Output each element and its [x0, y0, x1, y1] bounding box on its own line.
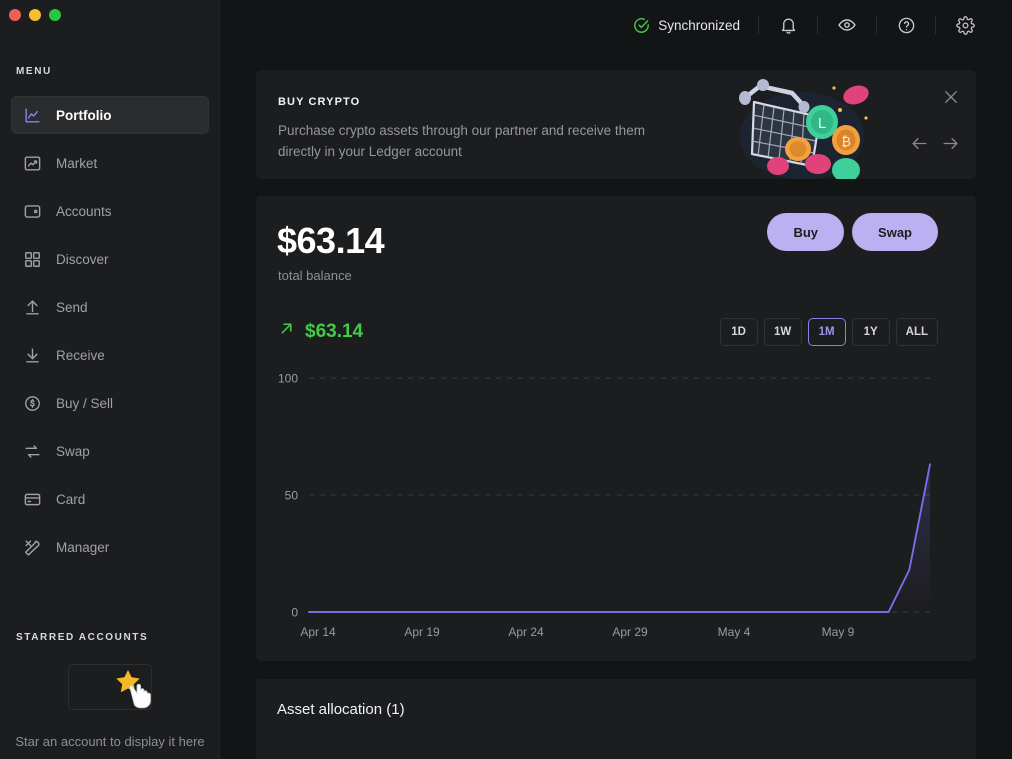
asset-allocation-title: Asset allocation (1) — [277, 701, 405, 718]
sidebar-item-label: Card — [56, 492, 85, 507]
wallet-icon — [22, 201, 42, 221]
portfolio-chart-icon — [22, 105, 42, 125]
window-close-button[interactable] — [9, 9, 21, 21]
svg-text:Apr 19: Apr 19 — [404, 625, 440, 639]
range-1w[interactable]: 1W — [764, 318, 802, 346]
gear-icon[interactable] — [954, 14, 976, 36]
svg-text:Apr 14: Apr 14 — [300, 625, 336, 639]
balance-delta: $63.14 — [278, 320, 363, 343]
banner-navigation — [910, 134, 960, 153]
sidebar-item-accounts[interactable]: Accounts — [11, 192, 209, 230]
sidebar-item-manager[interactable]: Manager — [11, 528, 209, 566]
svg-text:May 9: May 9 — [822, 625, 855, 639]
star-cursor-illustration — [110, 666, 162, 718]
banner-text-block: BUY CRYPTO Purchase crypto assets throug… — [278, 96, 678, 162]
market-trend-icon — [22, 153, 42, 173]
starred-accounts-empty-text: Star an account to display it here — [0, 732, 220, 751]
swap-arrows-icon — [22, 441, 42, 461]
time-range-selector: 1D 1W 1M 1Y ALL — [720, 318, 938, 346]
arrow-up-right-icon — [278, 320, 295, 343]
sidebar-item-label: Send — [56, 300, 88, 315]
portfolio-balance-card: $63.14 total balance $63.14 Buy Swap 1D … — [256, 196, 976, 661]
banner-description: Purchase crypto assets through our partn… — [278, 120, 678, 162]
sidebar-item-buy-sell[interactable]: Buy / Sell — [11, 384, 209, 422]
window-minimize-button[interactable] — [29, 9, 41, 21]
sidebar: MENU Portfolio Market Accounts — [0, 0, 220, 759]
sidebar-item-label: Accounts — [56, 204, 112, 219]
arrow-down-receive-icon — [22, 345, 42, 365]
range-1m[interactable]: 1M — [808, 318, 846, 346]
sync-status-label: Synchronized — [658, 18, 740, 33]
portfolio-actions: Buy Swap — [767, 213, 938, 251]
sidebar-item-market[interactable]: Market — [11, 144, 209, 182]
svg-text:L: L — [818, 115, 826, 132]
swap-button[interactable]: Swap — [852, 213, 938, 251]
portfolio-chart[interactable]: 0 50 100 Apr 14 Apr 19 Apr 24 Apr 29 May 4 May 9 — [256, 364, 972, 654]
sidebar-item-label: Buy / Sell — [56, 396, 113, 411]
total-balance-label: total balance — [278, 268, 352, 283]
credit-card-icon — [22, 489, 42, 509]
check-circle-icon — [633, 17, 650, 34]
banner-next-icon[interactable] — [941, 134, 960, 153]
sidebar-item-receive[interactable]: Receive — [11, 336, 209, 374]
sidebar-item-label: Swap — [56, 444, 90, 459]
svg-text:May 4: May 4 — [718, 625, 751, 639]
sidebar-nav: Portfolio Market Accounts Discover — [0, 96, 220, 576]
sidebar-item-label: Manager — [56, 540, 109, 555]
svg-text:0: 0 — [291, 606, 298, 620]
range-all[interactable]: ALL — [896, 318, 938, 346]
topbar: Synchronized — [220, 0, 1012, 50]
svg-text:₿: ₿ — [841, 134, 851, 149]
banner-kicker: BUY CRYPTO — [278, 96, 678, 108]
dollar-circle-icon — [22, 393, 42, 413]
shopping-cart-crypto-illustration: L ₿ — [716, 70, 876, 179]
sidebar-item-card[interactable]: Card — [11, 480, 209, 518]
svg-text:50: 50 — [285, 489, 299, 503]
total-balance-amount: $63.14 — [277, 220, 384, 262]
grid-icon — [22, 249, 42, 269]
svg-text:100: 100 — [278, 372, 298, 386]
window-maximize-button[interactable] — [49, 9, 61, 21]
range-1d[interactable]: 1D — [720, 318, 758, 346]
sidebar-item-label: Market — [56, 156, 97, 171]
buy-button[interactable]: Buy — [767, 213, 844, 251]
sidebar-item-label: Portfolio — [56, 108, 112, 123]
sidebar-item-label: Discover — [56, 252, 109, 267]
sidebar-item-swap[interactable]: Swap — [11, 432, 209, 470]
asset-allocation-card: Asset allocation (1) — [256, 679, 976, 759]
sidebar-item-label: Receive — [56, 348, 105, 363]
sidebar-item-discover[interactable]: Discover — [11, 240, 209, 278]
banner-prev-icon[interactable] — [910, 134, 929, 153]
app-root: MENU Portfolio Market Accounts — [0, 0, 1012, 759]
sidebar-menu-label: MENU — [0, 66, 52, 77]
range-1y[interactable]: 1Y — [852, 318, 890, 346]
help-circle-icon[interactable] — [895, 14, 917, 36]
arrow-up-send-icon — [22, 297, 42, 317]
tools-icon — [22, 537, 42, 557]
svg-text:Apr 29: Apr 29 — [612, 625, 648, 639]
starred-accounts-label: STARRED ACCOUNTS — [0, 632, 148, 643]
bell-icon[interactable] — [777, 14, 799, 36]
sidebar-item-send[interactable]: Send — [11, 288, 209, 326]
balance-delta-value: $63.14 — [305, 321, 363, 343]
svg-text:Apr 24: Apr 24 — [508, 625, 544, 639]
buy-crypto-banner[interactable]: BUY CRYPTO Purchase crypto assets throug… — [256, 70, 976, 179]
topbar-divider — [935, 16, 936, 34]
window-controls — [9, 9, 61, 21]
sidebar-item-portfolio[interactable]: Portfolio — [11, 96, 209, 134]
topbar-divider — [876, 16, 877, 34]
sync-status[interactable]: Synchronized — [633, 17, 740, 34]
topbar-divider — [758, 16, 759, 34]
eye-icon[interactable] — [836, 14, 858, 36]
topbar-divider — [817, 16, 818, 34]
banner-close-icon[interactable] — [942, 88, 960, 106]
main-content: Synchronized BUY CRYPTO Purcha — [220, 0, 1012, 759]
